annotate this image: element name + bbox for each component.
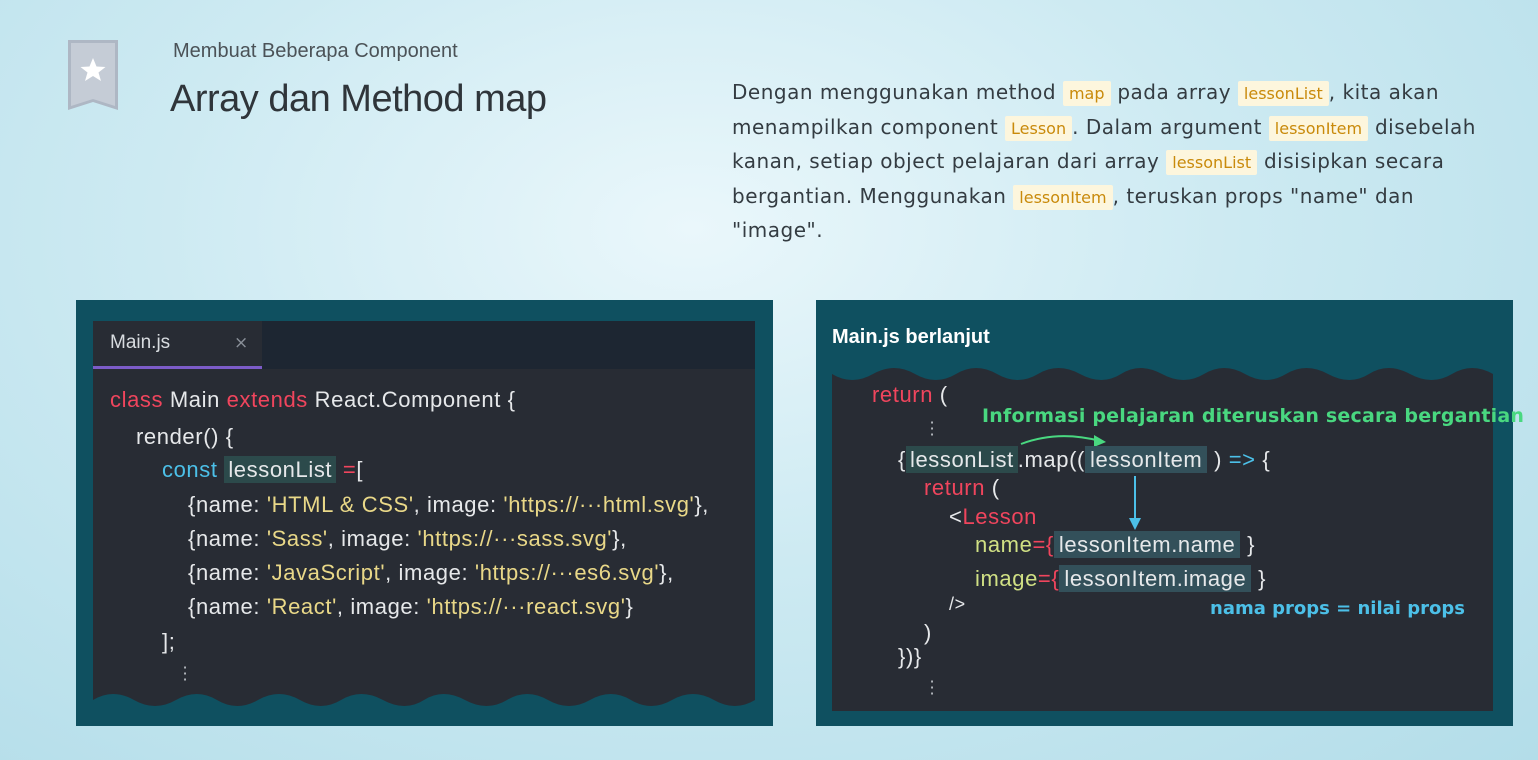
inline-code: lessonItem — [1268, 115, 1369, 141]
ellipsis-vertical-icon: · · · — [929, 413, 935, 444]
code-panel-left: Main.js × class Main extends React.Compo… — [76, 300, 773, 726]
inline-code: map — [1062, 81, 1111, 106]
code-line: <Lesson — [949, 504, 1037, 529]
code-editor: Main.js × class Main extends React.Compo… — [93, 321, 755, 712]
code-panel-right: Main.js berlanjut return ( · · · Informasi… — [816, 300, 1524, 726]
arrow-down-icon — [1129, 476, 1141, 530]
code-editor: return ( · · · Informasi pelajaran diterus… — [832, 362, 1524, 711]
tab-bar: Main.js × — [93, 321, 755, 369]
ellipsis-vertical-icon: · · · — [929, 672, 935, 703]
code-line: const lessonList =[ — [162, 456, 364, 483]
code-line: return ( — [924, 475, 1000, 500]
inline-code: lessonItem — [1013, 184, 1113, 210]
torn-edge-top — [832, 362, 1493, 380]
panel-title: Main.js berlanjut — [832, 326, 990, 348]
tab-main-js[interactable]: Main.js × — [93, 321, 262, 369]
bookmark-icon[interactable] — [68, 40, 118, 110]
code-line: name={lessonItem.name } — [975, 531, 1256, 558]
desc-text: pada array — [1110, 80, 1238, 104]
code-line: {name: 'HTML & CSS', image: 'https://···… — [188, 492, 709, 517]
code-line: })} — [898, 644, 922, 669]
ellipsis-vertical-icon: · · · — [182, 658, 188, 689]
inline-code: Lesson — [1005, 115, 1073, 141]
description-paragraph: Dengan menggunakan method map pada array… — [732, 76, 1502, 248]
inline-code: lessonList — [1166, 150, 1258, 175]
annotation-props: nama props = nilai props — [1210, 598, 1465, 619]
code-line: ]; — [162, 629, 176, 654]
code-line: {lessonList .map((lessonItem ) => { — [898, 446, 1271, 473]
code-line: /> — [949, 594, 966, 614]
close-icon[interactable]: × — [234, 333, 248, 353]
tab-label: Main.js — [110, 332, 171, 353]
desc-text: . Dalam argument — [1072, 114, 1269, 139]
desc-text: Dengan menggunakan method — [732, 80, 1063, 104]
code-line: {name: 'JavaScript', image: 'https://···… — [188, 560, 674, 585]
code-line: ) — [924, 620, 932, 645]
code-line: image={lessonItem.image } — [975, 565, 1267, 592]
annotation-info: Informasi pelajaran diteruskan secara be… — [982, 405, 1525, 427]
code-line: {name: 'React', image: 'https://···react… — [188, 594, 634, 619]
torn-edge-bottom — [93, 694, 755, 712]
code-line: render() { — [136, 424, 234, 449]
code-line: class Main extends React.Component { — [110, 387, 516, 412]
lesson-subtitle: Membuat Beberapa Component — [173, 40, 458, 62]
code-line: {name: 'Sass', image: 'https://···sass.s… — [188, 526, 627, 551]
code-line: return ( — [872, 382, 948, 407]
inline-code: lessonList — [1237, 81, 1329, 106]
page-title: Array dan Method map — [170, 78, 547, 120]
